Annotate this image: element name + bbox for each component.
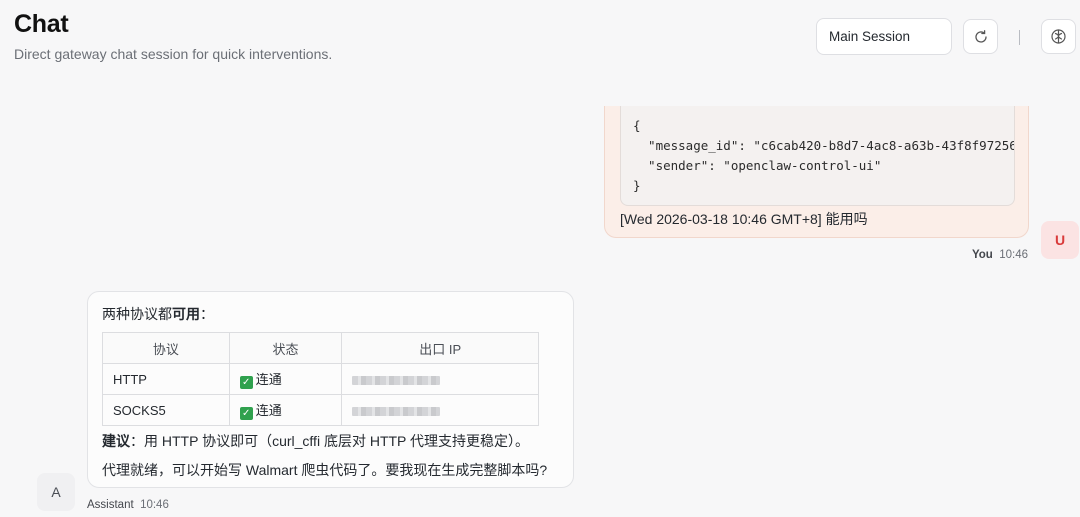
code-line: { xyxy=(633,118,641,133)
code-line: } xyxy=(633,178,641,193)
user-message-meta: You 10:46 xyxy=(972,249,1028,261)
page-title: Chat xyxy=(14,10,69,38)
protocol-cell: HTTP xyxy=(102,363,230,395)
message-time: 10:46 xyxy=(999,249,1028,261)
advice-text: ：用 HTTP 协议即可（curl_cffi 底层对 HTTP 代理支持更稳定）… xyxy=(130,433,530,449)
table-row: HTTP ✓ 连通 xyxy=(102,363,539,395)
column-header: 状态 xyxy=(228,332,343,364)
refresh-icon xyxy=(974,29,987,43)
assistant-intro: 两种协议都可用： xyxy=(102,304,214,324)
user-message-text: [Wed 2026-03-18 10:46 GMT+8] 能用吗 xyxy=(620,211,868,227)
assistant-avatar: A xyxy=(37,473,75,511)
intro-text: 两种协议都 xyxy=(102,306,172,322)
protocol-cell: SOCKS5 xyxy=(102,394,230,426)
column-header: 协议 xyxy=(102,332,230,364)
brain-icon xyxy=(1051,29,1066,44)
ip-cell xyxy=(341,363,539,395)
message-author: You xyxy=(971,249,993,261)
ip-cell xyxy=(341,394,539,426)
assistant-closing: 代理就绪，可以开始写 Walmart 爬虫代码了。要我现在生成完整脚本吗? xyxy=(102,462,548,478)
chat-page: Chat Direct gateway chat session for qui… xyxy=(0,0,1080,517)
thinking-toggle-button[interactable] xyxy=(1041,19,1076,54)
message-author: Assistant xyxy=(87,499,134,511)
status-cell: ✓ 连通 xyxy=(228,363,343,395)
header-divider xyxy=(1019,30,1020,45)
advice-label: 建议 xyxy=(102,433,130,449)
redacted-ip xyxy=(352,375,441,385)
assistant-message-meta: Assistant 10:46 xyxy=(87,499,169,511)
table-row: SOCKS5 ✓ 连通 xyxy=(102,394,539,426)
assistant-advice: 建议：用 HTTP 协议即可（curl_cffi 底层对 HTTP 代理支持更稳… xyxy=(102,431,529,451)
intro-bold: 可用 xyxy=(172,306,200,322)
check-icon: ✓ xyxy=(239,407,253,420)
code-line: "message_id": "c6cab420-b8d7-4ac8-a63b-4… xyxy=(633,138,1015,153)
status-text: 连通 xyxy=(255,372,282,387)
status-cell: ✓ 连通 xyxy=(228,394,343,426)
refresh-button[interactable] xyxy=(963,19,998,54)
message-code-block: { "message_id": "c6cab420-b8d7-4ac8-a63b… xyxy=(620,106,1015,206)
code-line: "sender": "openclaw-control-ui" xyxy=(633,158,882,173)
status-text: 连通 xyxy=(255,403,282,418)
message-time: 10:46 xyxy=(140,499,169,511)
table-header-row: 协议 状态 出口 IP xyxy=(102,332,539,364)
intro-suffix: ： xyxy=(200,306,214,322)
assistant-message-bubble: 两种协议都可用： 协议 状态 出口 IP HTTP ✓ 连通 SOCKS5 ✓ … xyxy=(87,291,574,488)
column-header: 出口 IP xyxy=(341,332,539,364)
check-icon: ✓ xyxy=(239,376,253,389)
session-select[interactable]: Main Session xyxy=(816,18,952,55)
protocol-table: 协议 状态 出口 IP HTTP ✓ 连通 SOCKS5 ✓ 连通 xyxy=(102,332,539,426)
page-subtitle: Direct gateway chat session for quick in… xyxy=(14,46,333,62)
redacted-ip xyxy=(352,406,441,416)
user-message-bubble: { "message_id": "c6cab420-b8d7-4ac8-a63b… xyxy=(604,106,1029,238)
user-avatar: U xyxy=(1041,221,1079,259)
